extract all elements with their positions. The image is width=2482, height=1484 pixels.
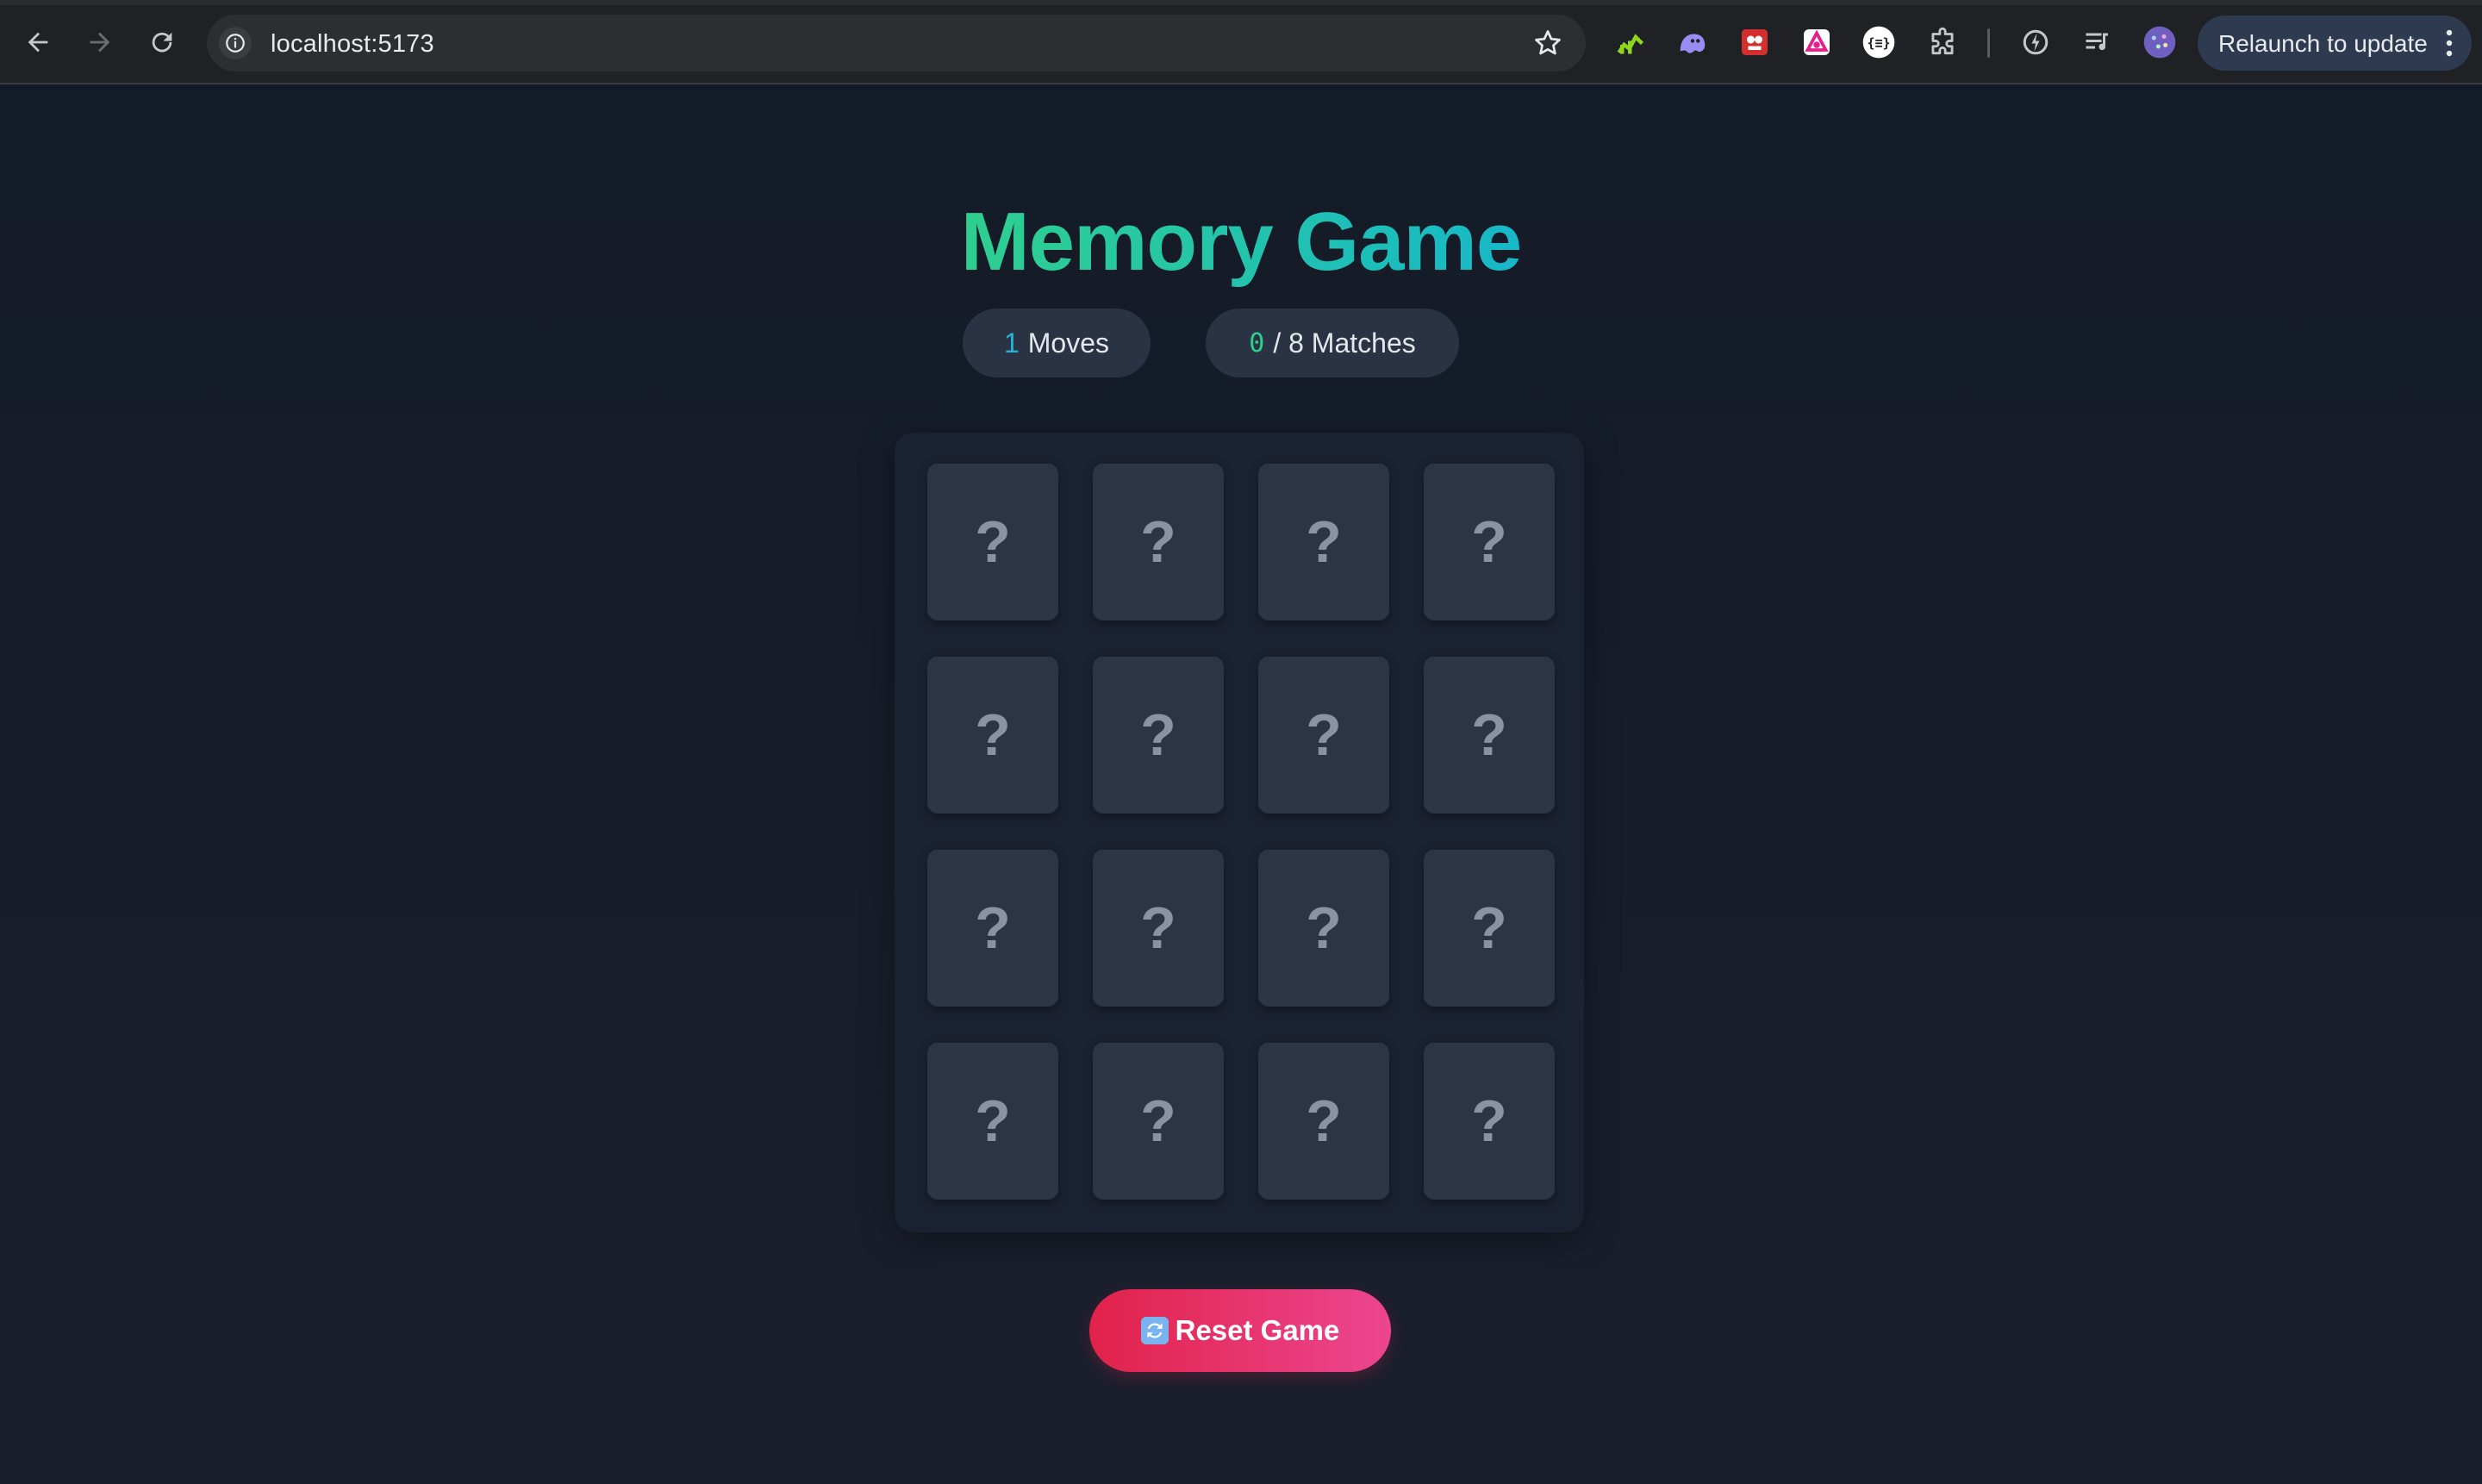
page-viewport: Memory Game 1 Moves 0 / 8 Matches ??????… (0, 84, 2482, 1484)
memory-card[interactable]: ? (1258, 464, 1389, 620)
matches-counter: 0 / 8 Matches (1206, 309, 1459, 377)
ghost-extension-icon[interactable] (1675, 25, 1710, 59)
memory-card[interactable]: ? (1093, 1043, 1224, 1200)
site-info-icon[interactable] (219, 27, 252, 59)
memory-card[interactable]: ? (927, 1043, 1058, 1200)
memory-card[interactable]: ? (1424, 464, 1555, 620)
profile-avatar-icon[interactable] (2142, 25, 2177, 59)
svg-text:{≡}: {≡} (1867, 35, 1890, 51)
memory-card[interactable]: ? (1093, 464, 1224, 620)
url-text[interactable]: localhost:5173 (271, 30, 434, 59)
memory-card[interactable]: ? (1093, 850, 1224, 1007)
page-title: Memory Game (0, 195, 2482, 290)
moves-count: 1 (1003, 327, 1020, 359)
memory-card[interactable]: ? (1258, 850, 1389, 1007)
memory-card[interactable]: ? (1258, 1043, 1389, 1200)
relaunch-label: Relaunch to update (2218, 30, 2428, 57)
media-controls-icon[interactable] (2080, 25, 2115, 59)
json-extension-icon[interactable]: {≡} (1862, 25, 1896, 59)
performance-icon[interactable] (2018, 25, 2053, 59)
reset-game-button[interactable]: Reset Game (1089, 1289, 1391, 1372)
red-extension-icon[interactable] (1737, 25, 1772, 59)
reload-icon[interactable] (141, 22, 183, 63)
memory-card[interactable]: ? (927, 464, 1058, 620)
refresh-icon (1140, 1317, 1169, 1344)
reset-label: Reset Game (1175, 1314, 1340, 1346)
memory-card[interactable]: ? (1258, 657, 1389, 814)
back-icon[interactable] (17, 22, 59, 63)
tab-strip-edge (0, 0, 2482, 5)
browser-toolbar: localhost:5173 {≡} Relaunch to update (0, 0, 2482, 84)
matches-label: / 8 Matches (1273, 327, 1416, 359)
memory-card[interactable]: ? (1424, 1043, 1555, 1200)
chart-extension-icon[interactable] (1613, 25, 1648, 59)
memory-card[interactable]: ? (1093, 657, 1224, 814)
matches-count: 0 (1249, 327, 1265, 359)
pink-extension-icon[interactable] (1799, 25, 1834, 59)
moves-label: Moves (1027, 327, 1110, 359)
forward-icon[interactable] (79, 22, 121, 63)
card-grid: ???????????????? (895, 433, 1584, 1232)
memory-card[interactable]: ? (927, 850, 1058, 1007)
game-title: Memory Game (960, 196, 1523, 288)
moves-counter: 1 Moves (963, 309, 1151, 377)
bookmark-star-icon[interactable] (1532, 28, 1563, 59)
memory-card[interactable]: ? (1424, 850, 1555, 1007)
memory-card[interactable]: ? (1424, 657, 1555, 814)
puzzle-extensions-icon[interactable] (1925, 25, 1960, 59)
toolbar-separator (1987, 28, 1990, 58)
memory-card[interactable]: ? (927, 657, 1058, 814)
more-menu-icon[interactable] (2446, 29, 2453, 57)
address-bar[interactable]: localhost:5173 (207, 15, 1586, 72)
relaunch-update-button[interactable]: Relaunch to update (2198, 16, 2472, 71)
